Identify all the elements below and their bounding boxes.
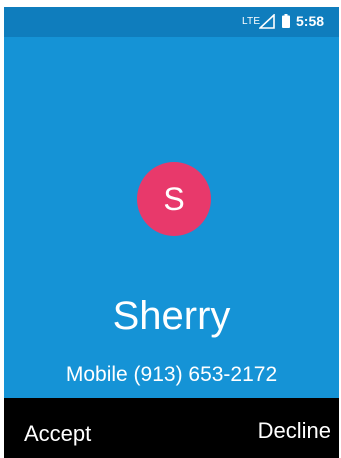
caller-avatar: S — [137, 162, 211, 236]
softkey-bar: Accept Decline — [4, 398, 339, 458]
status-bar: LTE 5:58 — [4, 7, 339, 37]
caller-name: Sherry — [112, 294, 231, 338]
signal-icon — [259, 14, 275, 29]
status-time: 5:58 — [296, 13, 325, 29]
decline-button[interactable]: Decline — [258, 420, 331, 442]
incoming-call-screen: LTE 5:58 S Sherry Mobile (913) 653-2172 … — [4, 7, 339, 458]
accept-button[interactable]: Accept — [24, 423, 91, 445]
avatar-initial: S — [163, 181, 185, 217]
network-type: LTE — [242, 16, 261, 27]
caller-number: Mobile (913) 653-2172 — [65, 363, 278, 386]
battery-icon — [282, 14, 290, 28]
